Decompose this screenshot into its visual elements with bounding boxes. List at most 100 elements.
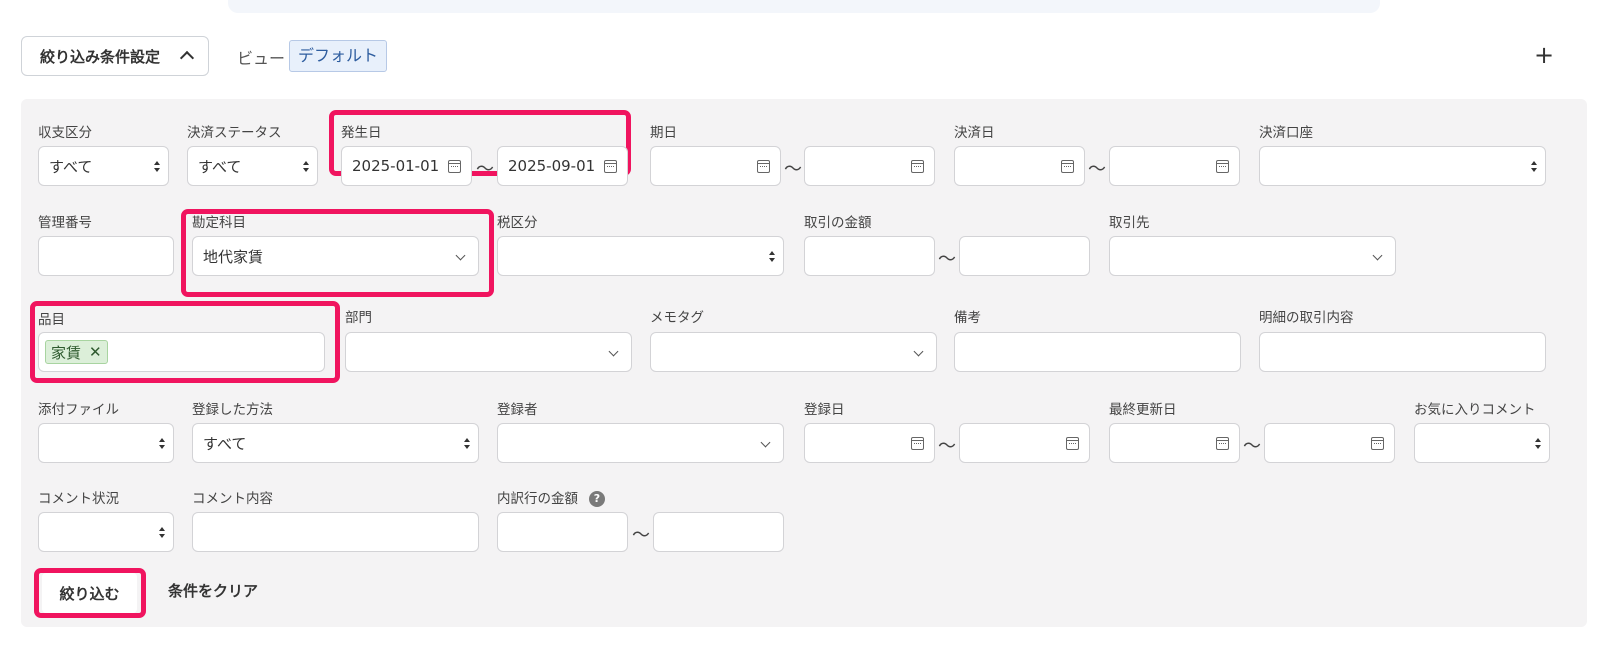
apply-filter-button[interactable]: 絞り込む (42, 573, 137, 613)
remove-tag-icon[interactable]: ✕ (89, 343, 102, 361)
section-label: 部門 (345, 310, 372, 326)
issue-date-from-value: 2025-01-01 (352, 157, 440, 175)
issue-date-to-input[interactable]: 2025-09-01 (497, 146, 628, 186)
calendar-icon[interactable] (911, 437, 924, 450)
range-separator: 〜 (938, 249, 956, 270)
chevron-down-icon (608, 346, 619, 357)
item-tag-input[interactable]: 家賃 ✕ (38, 332, 325, 372)
amount-to-input[interactable] (959, 236, 1090, 276)
view-selector[interactable]: デフォルト (289, 40, 388, 72)
account-item-select[interactable]: 地代家賃 (192, 236, 479, 276)
issue-date-label: 発生日 (341, 125, 382, 141)
settlement-status-label: 決済ステータス (187, 125, 282, 141)
favorite-comment-label: お気に入りコメント (1414, 402, 1536, 418)
comment-status-select[interactable] (38, 512, 174, 552)
due-date-to-input[interactable] (804, 146, 935, 186)
remarks-label: 備考 (954, 310, 981, 326)
select-arrows-icon (1531, 160, 1537, 174)
breakdown-amount-from-input[interactable] (497, 512, 628, 552)
calendar-icon[interactable] (604, 160, 617, 173)
chevron-down-icon (913, 346, 924, 357)
item-label: 品目 (38, 312, 65, 328)
settlement-account-select[interactable] (1259, 146, 1546, 186)
view-label: ビュー (237, 49, 286, 68)
register-date-from-input[interactable] (804, 423, 935, 463)
range-separator: 〜 (784, 159, 802, 180)
comment-content-label: コメント内容 (192, 491, 273, 507)
clear-filter-button[interactable]: 条件をクリア (168, 580, 258, 601)
chevron-up-icon (179, 50, 195, 66)
settlement-date-from-input[interactable] (954, 146, 1085, 186)
calendar-icon[interactable] (448, 160, 461, 173)
control-number-input[interactable] (38, 236, 174, 276)
register-date-to-input[interactable] (959, 423, 1090, 463)
select-arrows-icon (1535, 437, 1541, 451)
income-type-select[interactable]: すべて (38, 146, 169, 186)
select-arrows-icon (769, 250, 775, 264)
tax-category-select[interactable] (497, 236, 784, 276)
range-separator: 〜 (938, 436, 956, 457)
issue-date-from-input[interactable]: 2025-01-01 (341, 146, 472, 186)
income-type-label: 収支区分 (38, 125, 92, 141)
favorite-comment-select[interactable] (1414, 423, 1550, 463)
partner-label: 取引先 (1109, 215, 1150, 231)
last-updated-label: 最終更新日 (1109, 402, 1177, 418)
amount-from-input[interactable] (804, 236, 935, 276)
section-select[interactable] (345, 332, 632, 372)
settlement-account-label: 決済口座 (1259, 125, 1313, 141)
calendar-icon[interactable] (757, 160, 770, 173)
calendar-icon[interactable] (1371, 437, 1384, 450)
range-separator: 〜 (1243, 436, 1261, 457)
calendar-icon[interactable] (1061, 160, 1074, 173)
memo-tag-label: メモタグ (650, 310, 704, 326)
chevron-down-icon (1372, 250, 1383, 261)
select-arrows-icon (154, 160, 160, 174)
calendar-icon[interactable] (1066, 437, 1079, 450)
settlement-date-to-input[interactable] (1109, 146, 1240, 186)
help-icon[interactable]: ? (589, 491, 605, 507)
last-updated-from-input[interactable] (1109, 423, 1240, 463)
due-date-label: 期日 (650, 125, 677, 141)
register-method-select[interactable]: すべて (192, 423, 479, 463)
line-description-label: 明細の取引内容 (1259, 310, 1354, 326)
calendar-icon[interactable] (911, 160, 924, 173)
comment-content-input[interactable] (192, 512, 479, 552)
registrant-label: 登録者 (497, 402, 538, 418)
control-number-label: 管理番号 (38, 215, 92, 231)
select-arrows-icon (159, 526, 165, 540)
account-item-label: 勘定科目 (192, 215, 246, 231)
select-arrows-icon (464, 437, 470, 451)
range-separator: 〜 (632, 525, 650, 546)
registrant-select[interactable] (497, 423, 784, 463)
issue-date-to-value: 2025-09-01 (508, 157, 596, 175)
due-date-from-input[interactable] (650, 146, 781, 186)
calendar-icon[interactable] (1216, 160, 1229, 173)
settlement-status-select[interactable]: すべて (187, 146, 318, 186)
calendar-icon[interactable] (1216, 437, 1229, 450)
attachment-label: 添付ファイル (38, 402, 119, 418)
chevron-down-icon (455, 250, 466, 261)
range-separator: 〜 (476, 159, 494, 180)
top-banner-edge (228, 0, 1380, 13)
select-arrows-icon (303, 160, 309, 174)
breakdown-amount-label: 内訳行の金額 (497, 491, 578, 507)
remarks-input[interactable] (954, 332, 1241, 372)
settlement-status-value: すべて (198, 157, 242, 176)
breakdown-amount-to-input[interactable] (653, 512, 784, 552)
last-updated-to-input[interactable] (1264, 423, 1395, 463)
select-arrows-icon (159, 437, 165, 451)
range-separator: 〜 (1088, 159, 1106, 180)
item-tag-label: 家賃 (51, 343, 82, 362)
attachment-select[interactable] (38, 423, 174, 463)
tax-category-label: 税区分 (497, 215, 538, 231)
register-method-value: すべて (203, 434, 247, 453)
account-item-value: 地代家賃 (203, 247, 264, 266)
filter-settings-toggle[interactable]: 絞り込み条件設定 (21, 36, 209, 76)
settlement-date-label: 決済日 (954, 125, 995, 141)
add-view-button[interactable]: + (1534, 40, 1554, 70)
comment-status-label: コメント状況 (38, 491, 119, 507)
partner-select[interactable] (1109, 236, 1396, 276)
register-method-label: 登録した方法 (192, 402, 273, 418)
line-description-input[interactable] (1259, 332, 1546, 372)
memo-tag-select[interactable] (650, 332, 937, 372)
